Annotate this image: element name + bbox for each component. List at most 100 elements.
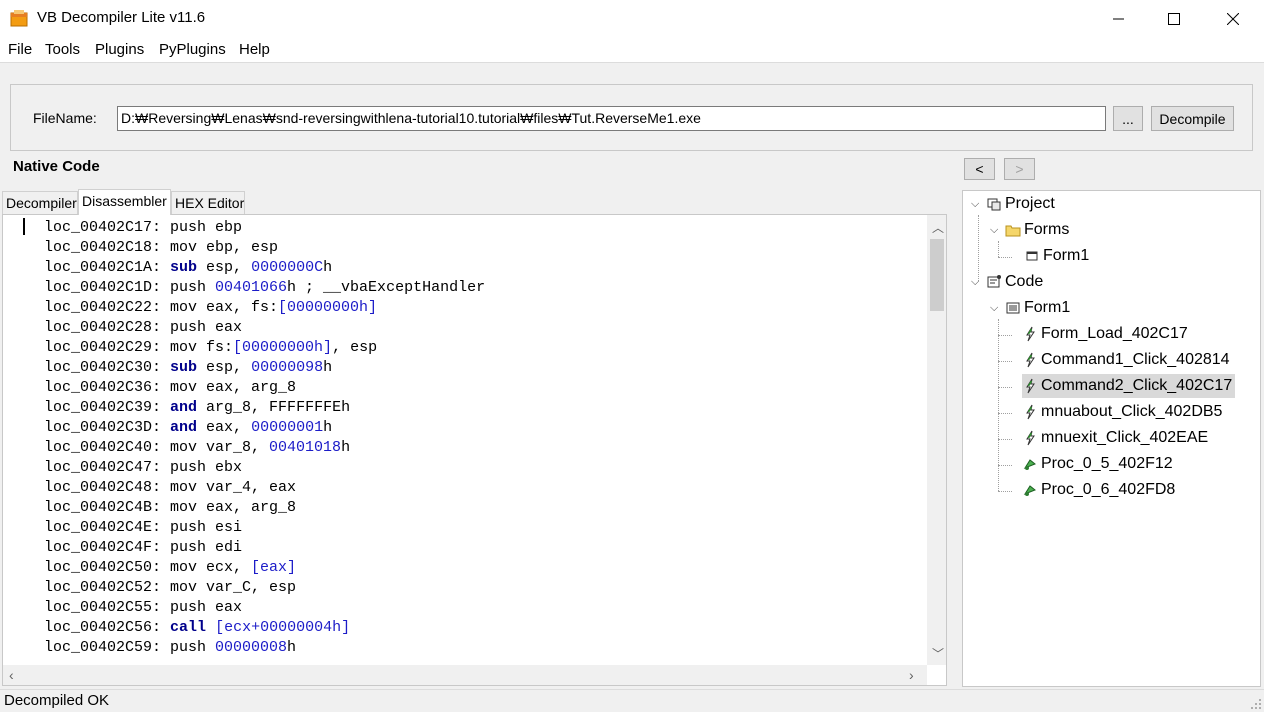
tree-item-label: Form_Load_402C17 <box>1041 325 1188 342</box>
tree-item[interactable]: Command1_Click_402814 <box>1022 348 1233 372</box>
tree-node-form1-code[interactable]: Form1 <box>1005 296 1070 320</box>
browse-button[interactable]: ... <box>1113 106 1143 131</box>
minimize-icon <box>1113 18 1124 20</box>
filename-field[interactable]: D:₩Reversing₩Lenas₩snd-reversingwithlena… <box>117 106 1106 131</box>
menu-help[interactable]: Help <box>239 41 270 58</box>
tree-connector <box>998 335 1012 336</box>
code-text: esp, <box>197 359 252 376</box>
tab-decompiler[interactable]: Decompiler <box>2 191 78 215</box>
vertical-scroll-thumb[interactable] <box>930 239 944 311</box>
tab-hex-editor[interactable]: HEX Editor <box>171 191 245 215</box>
code-keyword: and <box>170 399 198 416</box>
code-number: [ecx+00000004h] <box>215 619 351 636</box>
filename-label: FileName: <box>33 110 97 126</box>
code-text: h <box>323 259 333 276</box>
form-icon <box>1026 251 1038 261</box>
code-line: loc_00402C4F: push edi <box>44 538 485 558</box>
code-number: [eax] <box>251 559 297 576</box>
tree-connector <box>998 387 1012 388</box>
code-text: h <box>323 419 333 436</box>
event-icon <box>1026 326 1035 342</box>
code-text: loc_00402C1D: push <box>44 279 216 296</box>
tree-node-project[interactable]: Project <box>986 192 1055 216</box>
code-text: loc_00402C17: push ebp <box>44 219 243 236</box>
tree-item[interactable]: Proc_0_5_402F12 <box>1022 452 1176 476</box>
minimize-button[interactable] <box>1090 0 1148 38</box>
scroll-left-icon[interactable]: ‹ <box>9 667 14 683</box>
event-icon <box>1026 378 1035 394</box>
code-line: loc_00402C59: push 00000008h <box>44 638 485 658</box>
tree-label: Form1 <box>1043 247 1090 264</box>
procedure-icon <box>1023 485 1036 496</box>
code-text: h ; __vbaExceptHandler <box>287 279 486 296</box>
module-icon <box>1006 302 1020 314</box>
code-line: loc_00402C52: mov var_C, esp <box>44 578 485 598</box>
scroll-right-icon[interactable]: › <box>909 667 914 683</box>
project-tree[interactable]: ⌵ Project ⌵ Forms Form1 ⌵ Code ⌵ Form1 F… <box>962 190 1261 687</box>
horizontal-scrollbar[interactable]: ‹ › <box>3 665 927 685</box>
tree-connector <box>978 215 979 281</box>
code-line: loc_00402C17: push ebp <box>44 218 485 238</box>
tab-disassembler[interactable]: Disassembler <box>78 189 171 215</box>
close-icon <box>1227 13 1239 25</box>
code-text: loc_00402C56: <box>44 619 171 636</box>
tree-item[interactable]: mnuexit_Click_402EAE <box>1022 426 1211 450</box>
code-line: loc_00402C3D: and eax, 00000001h <box>44 418 485 438</box>
disassembly-view[interactable]: loc_00402C17: push ebp loc_00402C18: mov … <box>2 214 947 686</box>
menu-file[interactable]: File <box>8 41 32 58</box>
menu-pyplugins[interactable]: PyPlugins <box>159 41 226 58</box>
code-text: loc_00402C36: mov eax, arg_8 <box>44 379 297 396</box>
app-icon <box>10 10 28 27</box>
tree-node-forms[interactable]: Forms <box>1005 218 1069 242</box>
code-line: loc_00402C40: mov var_8, 00401018h <box>44 438 485 458</box>
menu-plugins[interactable]: Plugins <box>95 41 144 58</box>
tree-node-form1-form[interactable]: Form1 <box>1024 244 1089 268</box>
close-button[interactable] <box>1204 0 1262 38</box>
code-text: loc_00402C30: <box>44 359 171 376</box>
code-line: loc_00402C36: mov eax, arg_8 <box>44 378 485 398</box>
code-line: loc_00402C18: mov ebp, esp <box>44 238 485 258</box>
back-button[interactable]: < <box>964 158 995 180</box>
expand-chevron-icon[interactable]: ⌵ <box>971 198 979 211</box>
code-number: 00000098 <box>251 359 324 376</box>
code-keyword: call <box>170 619 207 636</box>
menu-tools[interactable]: Tools <box>45 41 80 58</box>
code-line: loc_00402C1A: sub esp, 0000000Ch <box>44 258 485 278</box>
tree-item[interactable]: Form_Load_402C17 <box>1022 322 1191 346</box>
code-keyword: sub <box>170 259 198 276</box>
tree-node-code[interactable]: Code <box>986 270 1043 294</box>
decompile-button[interactable]: Decompile <box>1151 106 1234 131</box>
project-icon <box>987 198 1001 211</box>
forward-button[interactable]: > <box>1004 158 1035 180</box>
code-number: 00401018 <box>269 439 342 456</box>
tree-connector <box>998 257 1012 258</box>
expand-chevron-icon[interactable]: ⌵ <box>971 276 979 289</box>
scroll-down-icon[interactable]: ﹀ <box>932 645 944 662</box>
code-number: 00000008 <box>215 639 288 656</box>
code-text: esp, <box>197 259 252 276</box>
code-line: loc_00402C28: push eax <box>44 318 485 338</box>
code-text: loc_00402C18: mov ebp, esp <box>44 239 279 256</box>
code-text: loc_00402C55: push eax <box>44 599 243 616</box>
tree-item[interactable]: mnuabout_Click_402DB5 <box>1022 400 1225 424</box>
code-text: loc_00402C4F: push edi <box>44 539 243 556</box>
code-line: loc_00402C56: call [ecx+00000004h] <box>44 618 485 638</box>
vertical-scrollbar[interactable]: ︿ ﹀ <box>927 215 946 665</box>
maximize-button[interactable] <box>1145 0 1203 38</box>
tree-connector <box>998 413 1012 414</box>
resize-grip-icon[interactable] <box>1250 698 1262 710</box>
event-icon <box>1026 352 1035 368</box>
expand-chevron-icon[interactable]: ⌵ <box>990 302 998 315</box>
tree-item[interactable]: Command2_Click_402C17 <box>1022 374 1236 398</box>
code-text: eax, <box>197 419 252 436</box>
event-icon <box>1026 430 1035 446</box>
code-lines: loc_00402C17: push ebp loc_00402C18: mov … <box>44 218 485 658</box>
scroll-up-icon[interactable]: ︿ <box>932 219 944 236</box>
tree-item[interactable]: Proc_0_6_402FD8 <box>1022 478 1178 502</box>
code-text: loc_00402C22: mov eax, fs: <box>44 299 279 316</box>
code-line: loc_00402C55: push eax <box>44 598 485 618</box>
code-text: loc_00402C4B: mov eax, arg_8 <box>44 499 297 516</box>
tree-label: Form1 <box>1024 299 1071 316</box>
code-text: loc_00402C48: mov var_4, eax <box>44 479 297 496</box>
expand-chevron-icon[interactable]: ⌵ <box>990 224 998 237</box>
